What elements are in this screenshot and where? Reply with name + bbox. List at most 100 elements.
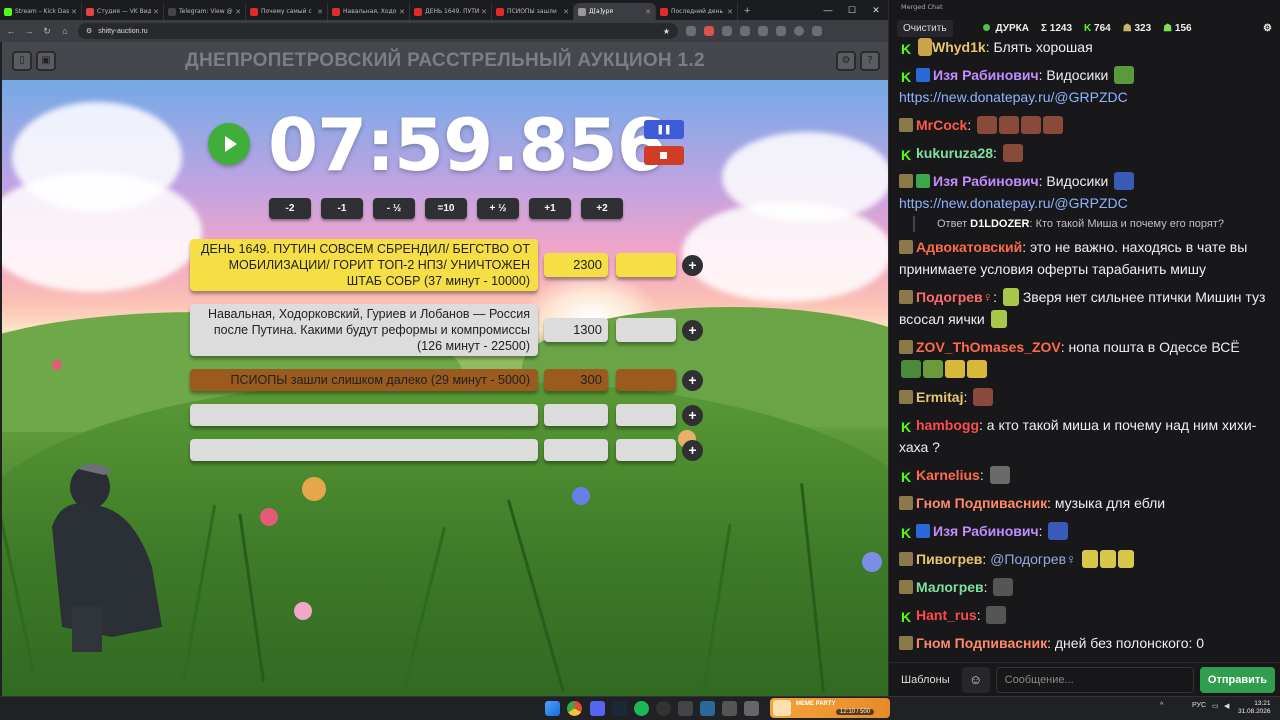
sidebar-toggle-button[interactable]: ▯ bbox=[12, 51, 32, 71]
help-button[interactable]: ? bbox=[860, 51, 880, 71]
tab-active[interactable]: Д[а]уря ✕ bbox=[574, 3, 656, 20]
templates-button[interactable]: Шаблоны bbox=[895, 674, 956, 686]
volume-icon[interactable]: ◀ bbox=[1224, 702, 1229, 710]
close-tab-icon[interactable]: ✕ bbox=[645, 8, 651, 16]
app-icon[interactable] bbox=[700, 701, 715, 716]
menu-icon[interactable] bbox=[812, 26, 822, 36]
home-icon[interactable]: ⌂ bbox=[60, 26, 70, 36]
start-icon[interactable] bbox=[545, 701, 560, 716]
lot-add-amount-input[interactable] bbox=[616, 439, 676, 461]
lot-add-amount-input[interactable] bbox=[616, 253, 676, 277]
lot-name-field[interactable] bbox=[190, 404, 538, 426]
minus-2-button[interactable]: -2 bbox=[269, 198, 311, 219]
lot-add-amount-input[interactable] bbox=[616, 318, 676, 342]
clear-chat-button[interactable]: Очистить bbox=[897, 19, 953, 37]
chat-settings-icon[interactable]: ⚙ bbox=[1263, 23, 1272, 34]
set-10-button[interactable]: =10 bbox=[425, 198, 467, 219]
tab[interactable]: ПСИОПЫ зашли ✕ bbox=[492, 3, 574, 20]
mention[interactable]: @Подогрев♀ bbox=[990, 551, 1076, 567]
bookmark-star-icon[interactable]: ★ bbox=[663, 27, 670, 36]
lot-name-field[interactable] bbox=[190, 439, 538, 461]
chat-window-title: Merged Chat bbox=[901, 3, 943, 11]
character-figure bbox=[52, 463, 162, 652]
download-icon[interactable] bbox=[758, 26, 768, 36]
donate-link[interactable]: https://new.donatepay.ru/@GRPZDC bbox=[899, 89, 1128, 105]
lot-name-field[interactable]: ПСИОПЫ зашли слишком далеко (29 минут - … bbox=[190, 369, 538, 391]
close-window-icon[interactable]: ✕ bbox=[864, 5, 888, 16]
discord-icon[interactable] bbox=[590, 701, 605, 716]
pause-button[interactable]: ❚❚ bbox=[644, 120, 684, 139]
lot-amount[interactable]: 2300 bbox=[544, 253, 608, 277]
lot-name-field[interactable]: ДЕНЬ 1649. ПУТИН СОВСЕМ СБРЕНДИЛ/ БЕГСТВ… bbox=[190, 239, 538, 291]
stop-button[interactable] bbox=[644, 146, 684, 165]
close-tab-icon[interactable]: ✕ bbox=[563, 8, 569, 16]
tray-chevron-icon[interactable]: ^ bbox=[1160, 702, 1163, 709]
tab[interactable]: Telegram: View @ ✕ bbox=[164, 3, 246, 20]
site-info-icon[interactable]: ⚙ bbox=[86, 27, 92, 35]
app-icon[interactable] bbox=[678, 701, 693, 716]
tab[interactable]: Студия — VK Видео✕ bbox=[82, 3, 164, 20]
add-amount-button[interactable]: + bbox=[682, 255, 703, 276]
profile-icon[interactable] bbox=[794, 26, 804, 36]
lot-add-amount-input[interactable] bbox=[616, 369, 676, 391]
play-button[interactable] bbox=[208, 123, 250, 165]
save-button[interactable]: ▣ bbox=[36, 51, 56, 71]
close-tab-icon[interactable]: ✕ bbox=[727, 8, 733, 16]
network-icon[interactable]: ▭ bbox=[1212, 702, 1219, 710]
extension-icon[interactable] bbox=[740, 26, 750, 36]
app-icon[interactable] bbox=[722, 701, 737, 716]
add-amount-button[interactable]: + bbox=[682, 405, 703, 426]
donate-link[interactable]: https://new.donatepay.ru/@GRPZDC bbox=[899, 195, 1128, 211]
meme-party-widget[interactable]: MEME PARTY 12:10 / 500 bbox=[770, 698, 890, 718]
close-tab-icon[interactable]: ✕ bbox=[317, 8, 323, 16]
clock[interactable]: 13:21 31.08.2026 bbox=[1238, 700, 1271, 716]
tab[interactable]: ДЕНЬ 1649. ПУТИ ✕ bbox=[410, 3, 492, 20]
close-tab-icon[interactable]: ✕ bbox=[71, 8, 77, 16]
lot-add-amount-input[interactable] bbox=[616, 404, 676, 426]
extension-icon[interactable] bbox=[686, 26, 696, 36]
close-tab-icon[interactable]: ✕ bbox=[235, 8, 241, 16]
extension-icon[interactable] bbox=[704, 26, 714, 36]
forward-icon[interactable]: → bbox=[24, 26, 34, 36]
url-field[interactable]: ⚙ shitty-auction.ru ★ bbox=[78, 23, 678, 39]
add-amount-button[interactable]: + bbox=[682, 370, 703, 391]
new-tab-icon[interactable]: + bbox=[738, 3, 756, 20]
lot-amount[interactable]: 300 bbox=[544, 369, 608, 391]
tab[interactable]: Навальная, Ходо ✕ bbox=[328, 3, 410, 20]
reload-icon[interactable]: ↻ bbox=[42, 26, 52, 37]
steam-icon[interactable] bbox=[612, 701, 627, 716]
app-icon[interactable] bbox=[744, 701, 759, 716]
add-amount-button[interactable]: + bbox=[682, 320, 703, 341]
plus-half-button[interactable]: + ½ bbox=[477, 198, 519, 219]
bird-emote-icon bbox=[1118, 550, 1135, 568]
chrome-icon[interactable] bbox=[567, 701, 582, 716]
message-input[interactable]: Сообщение... bbox=[995, 666, 1194, 693]
tab[interactable]: Stream – Kick Das ✕ bbox=[0, 3, 82, 20]
close-tab-icon[interactable]: ✕ bbox=[399, 8, 405, 16]
app-icon[interactable] bbox=[656, 701, 671, 716]
extension-icon[interactable] bbox=[776, 26, 786, 36]
extension-icon[interactable] bbox=[722, 26, 732, 36]
close-tab-icon[interactable]: ✕ bbox=[153, 8, 159, 16]
add-amount-button[interactable]: + bbox=[682, 440, 703, 461]
close-tab-icon[interactable]: ✕ bbox=[481, 8, 487, 16]
minus-1-button[interactable]: -1 bbox=[321, 198, 363, 219]
minimize-icon[interactable]: — bbox=[816, 5, 840, 15]
maximize-icon[interactable]: ☐ bbox=[840, 5, 864, 16]
minus-half-button[interactable]: - ½ bbox=[373, 198, 415, 219]
send-button[interactable]: Отправить bbox=[1199, 666, 1275, 693]
settings-button[interactable]: ⚙ bbox=[836, 51, 856, 71]
tab[interactable]: Последний день ✕ bbox=[656, 3, 738, 20]
lot-amount[interactable] bbox=[544, 439, 608, 461]
spotify-icon[interactable] bbox=[634, 701, 649, 716]
emoji-button-icon[interactable]: ☺ bbox=[961, 666, 990, 693]
language-indicator[interactable]: РУС bbox=[1192, 702, 1206, 709]
lot-amount[interactable]: 1300 bbox=[544, 318, 608, 342]
youtube-favicon-icon bbox=[660, 7, 668, 16]
tab[interactable]: Почему самый с ✕ bbox=[246, 3, 328, 20]
back-icon[interactable]: ← bbox=[6, 26, 16, 36]
lot-name-field[interactable]: Навальная, Ходорковский, Гуриев и Лобано… bbox=[190, 304, 538, 356]
lot-amount[interactable] bbox=[544, 404, 608, 426]
plus-1-button[interactable]: +1 bbox=[529, 198, 571, 219]
plus-2-button[interactable]: +2 bbox=[581, 198, 623, 219]
